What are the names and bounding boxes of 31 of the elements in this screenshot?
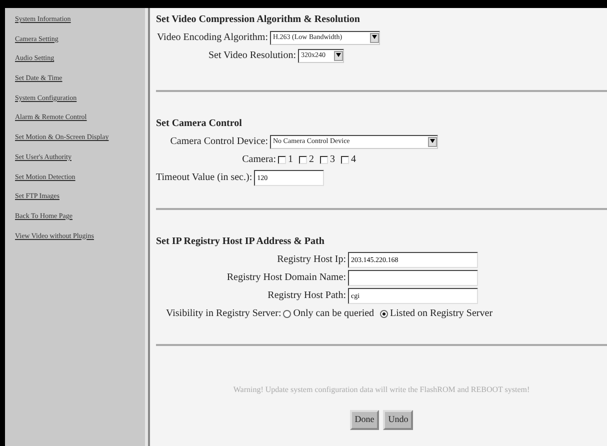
input-field[interactable] [348,270,478,286]
caret-icon [334,50,343,60]
field-label: Camera Control Device: [169,135,268,149]
field-label: Visibility in Registry Server: [165,307,282,321]
field-label: Camera: [241,153,276,167]
action-button[interactable]: Undo [383,410,414,430]
section-title: Set Camera Control [156,117,243,131]
checkbox[interactable] [278,156,286,164]
caret-icon [370,32,379,42]
warning-text: Warning! Update system configuration data will write the FlashROM and REBOOT system! [232,384,531,396]
field-label: Registry Host Domain Name: [226,271,346,285]
section-title: Set Video Compression Algorithm & Resolution [156,13,361,27]
checkbox-label: 2 [309,153,314,167]
checkbox-label: 4 [351,153,356,167]
field-label: Timeout Value (in sec.): [156,171,252,185]
checkbox-label: 3 [330,153,335,167]
radio-label: Only can be queried [293,307,374,321]
field-label: Set Video Resolution: [207,49,296,63]
action-button[interactable]: Done [350,410,380,430]
field-label: Registry Host Ip: [276,253,346,267]
field-label: Registry Host Path: [266,289,346,303]
radio-button[interactable] [283,310,292,318]
caret-icon [428,136,437,146]
section-title: Set IP Registry Host IP Address & Path [156,235,326,249]
checkbox[interactable] [341,156,349,164]
radio-button[interactable] [380,310,388,318]
field-label: Video Encoding Algorithm: [156,31,268,45]
radio-label: Listed on Registry Server [390,307,493,321]
checkbox[interactable] [299,156,307,164]
checkbox[interactable] [320,156,328,164]
checkbox-label: 1 [288,153,293,167]
